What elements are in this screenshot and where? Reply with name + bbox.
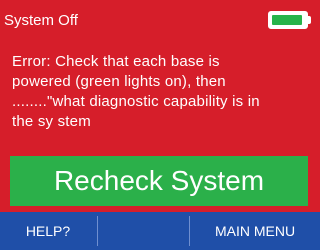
system-status-label: System Off (4, 12, 78, 29)
error-message: Error: Check that each base is powered (… (12, 52, 312, 132)
battery-tip (308, 16, 311, 24)
recheck-system-button[interactable]: Recheck System (10, 156, 308, 206)
battery-level-fill (272, 15, 302, 25)
battery-body (268, 11, 308, 29)
bottom-nav-bar: HELP? MAIN MENU (0, 212, 320, 250)
device-screen: System Off Error: Check that each base i… (0, 0, 320, 250)
error-line: the sy stem (12, 113, 91, 130)
error-line: Error: Check that each base is (12, 53, 220, 70)
error-line: ........"what diagnostic capability is i… (12, 93, 260, 110)
blank-soft-button[interactable] (98, 212, 188, 250)
battery-icon (268, 11, 312, 29)
help-button[interactable]: HELP? (0, 212, 96, 250)
error-line: powered (green lights on), then (12, 73, 226, 90)
main-menu-button[interactable]: MAIN MENU (190, 212, 320, 250)
status-bar: System Off (0, 0, 320, 40)
